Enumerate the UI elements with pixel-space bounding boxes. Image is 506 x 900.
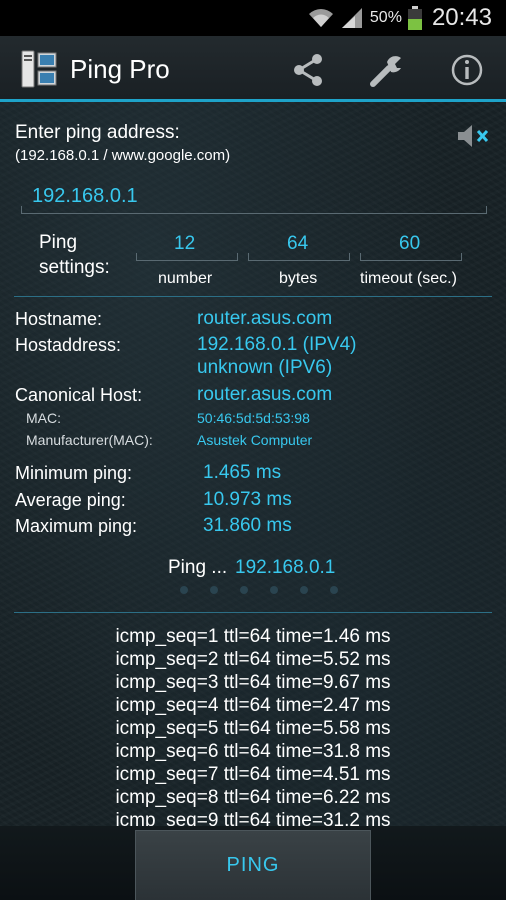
share-icon[interactable]: [290, 52, 326, 88]
number-input[interactable]: 12: [174, 233, 195, 255]
signal-icon: [341, 8, 362, 28]
mac-value: 50:46:5d:5d:53:98: [197, 410, 310, 426]
log-line: icmp_seq=6 ttl=64 time=31.8 ms: [115, 741, 391, 762]
hostaddress-label: Hostaddress:: [15, 335, 122, 355]
number-underline: [136, 253, 238, 261]
battery-percent: 50%: [369, 9, 402, 26]
divider: [14, 296, 492, 297]
ping-status-target: 192.168.0.1: [235, 557, 336, 578]
avg-ping-value: 10.973 ms: [203, 489, 292, 510]
bytes-label: bytes: [279, 270, 318, 287]
min-ping-value: 1.465 ms: [203, 462, 282, 483]
number-label: number: [158, 270, 213, 287]
log-line: icmp_seq=5 ttl=64 time=5.58 ms: [115, 718, 391, 739]
settings-label-2: settings:: [39, 257, 110, 278]
log-line: icmp_seq=3 ttl=64 time=9.67 ms: [115, 672, 391, 693]
info-icon[interactable]: [449, 52, 485, 88]
settings-label: Ping: [39, 232, 78, 253]
log-line: icmp_seq=1 ttl=64 time=1.46 ms: [115, 626, 391, 647]
canonical-label: Canonical Host:: [15, 385, 143, 405]
hostname-value: router.asus.com: [197, 308, 333, 329]
log-line: icmp_seq=2 ttl=64 time=5.52 ms: [115, 649, 391, 670]
wrench-icon[interactable]: [369, 52, 405, 88]
hostaddress-ipv6: unknown (IPV6): [197, 357, 333, 378]
status-bar: 50% 20:43: [0, 0, 506, 36]
min-ping-label: Minimum ping:: [15, 463, 133, 483]
manufacturer-value: Asustek Computer: [197, 432, 313, 448]
app-title: Ping Pro: [70, 54, 170, 84]
bytes-input[interactable]: 64: [287, 233, 308, 255]
address-hint: (192.168.0.1 / www.google.com): [15, 147, 231, 164]
wifi-icon: [308, 9, 333, 27]
canonical-value: router.asus.com: [197, 384, 333, 405]
battery-icon: [407, 6, 422, 30]
hostaddress-ipv4: 192.168.0.1 (IPV4): [197, 334, 357, 355]
progress-dots: [180, 586, 338, 594]
app-logo-icon: [21, 50, 57, 88]
log-line: icmp_seq=9 ttl=64 time=31.2 ms: [115, 810, 391, 826]
address-input[interactable]: 192.168.0.1: [32, 185, 138, 208]
address-input-underline: [21, 206, 487, 214]
avg-ping-label: Average ping:: [15, 490, 126, 510]
manufacturer-label: Manufacturer(MAC):: [26, 432, 153, 448]
hostname-label: Hostname:: [15, 309, 103, 329]
log-line: icmp_seq=4 ttl=64 time=2.47 ms: [115, 695, 391, 716]
log-line: icmp_seq=8 ttl=64 time=6.22 ms: [115, 787, 391, 808]
ping-button[interactable]: PING: [135, 830, 371, 900]
volume-mute-icon[interactable]: [456, 122, 492, 150]
ping-log: icmp_seq=1 ttl=64 time=1.46 ms icmp_seq=…: [0, 622, 506, 826]
ping-status-prefix: Ping ...: [168, 557, 228, 578]
clock: 20:43: [431, 4, 492, 31]
timeout-input[interactable]: 60: [399, 233, 420, 255]
max-ping-value: 31.860 ms: [203, 515, 292, 536]
bytes-underline: [248, 253, 350, 261]
max-ping-label: Maximum ping:: [15, 516, 138, 536]
mac-label: MAC:: [26, 410, 61, 426]
address-label: Enter ping address:: [15, 122, 180, 143]
log-line: icmp_seq=7 ttl=64 time=4.51 ms: [115, 764, 391, 785]
timeout-label: timeout (sec.): [360, 270, 457, 287]
log-divider: [14, 612, 492, 613]
timeout-underline: [360, 253, 462, 261]
action-bar: Ping Pro: [0, 36, 506, 102]
